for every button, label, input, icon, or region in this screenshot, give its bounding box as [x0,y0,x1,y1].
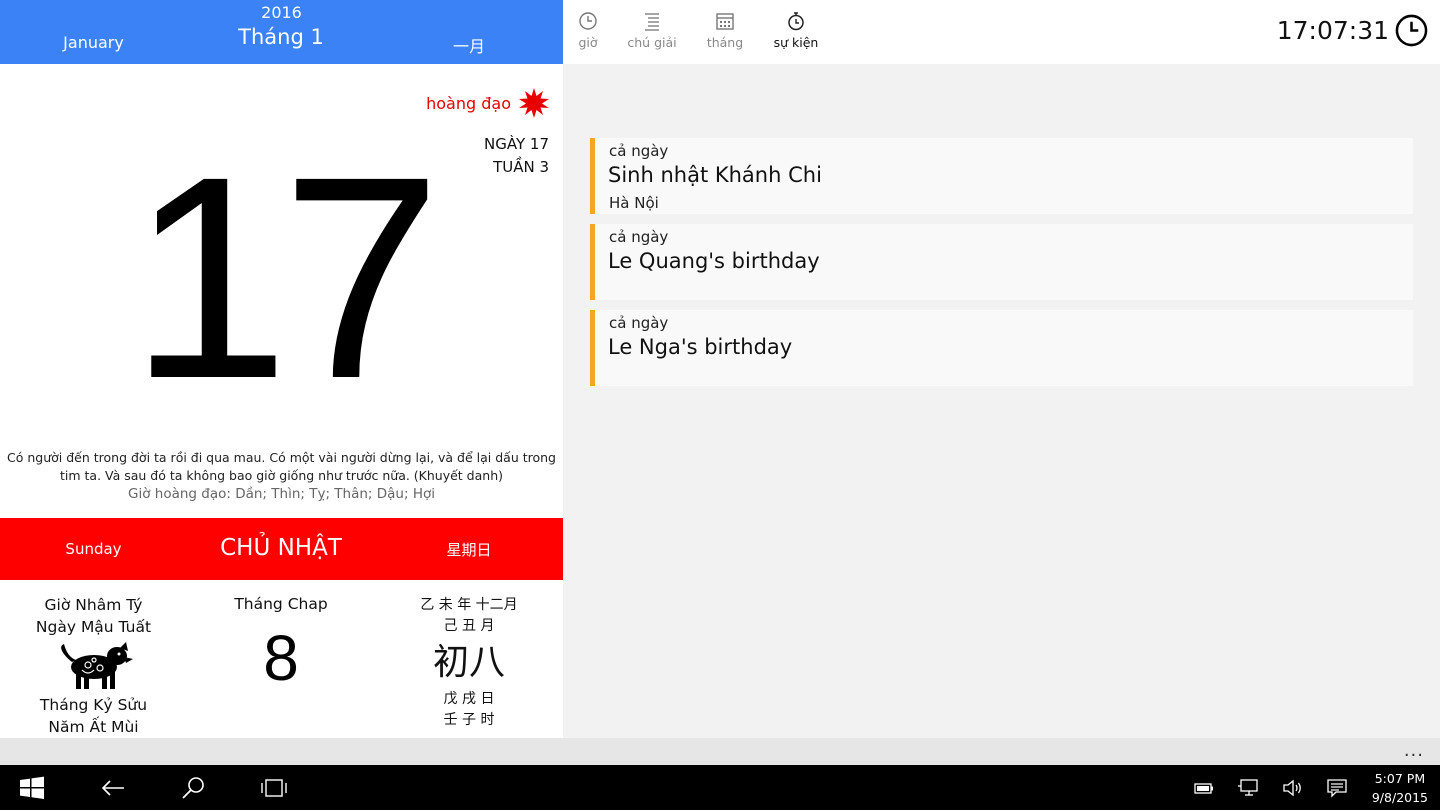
zh-month: 己 丑 月 [443,618,495,634]
event-item[interactable]: cả ngày Le Quang's birthday [590,224,1413,300]
red-star-icon [519,88,549,118]
taskbar-time: 5:07 PM [1374,771,1426,786]
lunar-vietnamese-bottom: Tháng Kỷ Sửu Năm Ất Mùi [0,694,187,738]
big-day-number[interactable]: 17 [0,128,563,428]
lucky-day-indicator: hoàng đạo [426,88,549,118]
tab-hours[interactable]: giờ [577,11,599,50]
month-vietnamese: Tháng 1 [238,25,324,49]
daily-quote: Có người đến trong đời ta rồi đi qua mau… [7,450,556,483]
tab-legend[interactable]: chú giải [627,11,677,50]
lunar-calendar-app: 2016 January Tháng 1 一月 hoàng đạo NGÀY 1… [0,0,1440,810]
tab-month[interactable]: tháng [705,11,745,50]
event-time: cả ngày [609,314,669,332]
weekday-vietnamese: CHỦ NHẬT [220,535,342,561]
task-view-icon [261,779,287,797]
battery-button[interactable] [1193,777,1217,799]
windows-logo-icon [20,776,44,799]
search-icon [182,777,204,799]
taskbar-clock[interactable]: 5:07 PM 9/8/2015 [1372,769,1428,807]
month-header[interactable]: 2016 January Tháng 1 一月 [0,0,563,64]
tab-legend-label: chú giải [627,35,677,50]
lunar-day-number: 8 [263,622,299,694]
tab-hours-label: giờ [578,35,598,50]
event-time: cả ngày [609,228,669,246]
task-view-button[interactable] [259,773,289,803]
taskbar-date: 9/8/2015 [1371,790,1428,805]
clock-icon [579,12,597,30]
month-english: January [63,33,124,52]
weekday-chinese: 星期日 [446,541,492,559]
clock-icon [1395,14,1428,47]
notification-icon [1327,779,1347,798]
year-label: 2016 [261,3,302,22]
event-title: Le Nga's birthday [608,335,793,359]
events-panel: giờ chú giải tháng sự kiện 17:07:31 cả n… [563,0,1440,738]
lunar-year: Năm Ất Mùi [48,718,139,736]
event-location: Hà Nội [609,194,659,212]
action-center-button[interactable] [1326,777,1350,799]
lucky-day-label: hoàng đạo [426,93,511,113]
zh-hour: 壬 子 时 [443,712,495,728]
event-list: cả ngày Sinh nhật Khánh Chi Hà Nội cả ng… [590,138,1413,396]
battery-icon [1194,783,1213,794]
lunar-day: Ngày Mậu Tuất [35,618,152,636]
lucky-hours: Giờ hoàng đạo: Dần; Thìn; Tỵ; Thân; Dậu;… [128,486,435,502]
top-navigation: giờ chú giải tháng sự kiện 17:07:31 [563,0,1440,64]
stopwatch-icon [788,12,804,31]
zh-day: 戊 戌 日 [443,691,495,707]
windows-taskbar: 5:07 PM 9/8/2015 [0,765,1440,810]
lunar-month-name: Tháng Chap [234,595,328,613]
app-bar: ... [0,738,1440,765]
back-arrow-icon [101,780,124,796]
lunar-vietnamese-top: Giờ Nhâm Tý Ngày Mậu Tuất [0,594,187,638]
tab-events[interactable]: sự kiện [771,11,821,50]
event-item[interactable]: cả ngày Le Nga's birthday [590,310,1413,386]
network-icon [1238,779,1258,796]
event-title: Sinh nhật Khánh Chi [608,163,822,187]
lunar-month-can-chi: Tháng Kỷ Sửu [39,696,148,714]
event-item[interactable]: cả ngày Sinh nhật Khánh Chi Hà Nội [590,138,1413,214]
lunar-hour: Giờ Nhâm Tý [44,596,143,614]
volume-button[interactable] [1281,777,1305,799]
event-title: Le Quang's birthday [608,249,820,273]
tab-month-label: tháng [706,35,744,50]
lunar-chinese: 乙 未 年 十二月 己 丑 月 初八 戊 戌 日 壬 子 时 [375,595,563,731]
tab-events-label: sự kiện [773,35,819,50]
weekday-english: Sunday [65,540,122,558]
list-icon [645,13,659,31]
dog-zodiac-icon [61,642,133,689]
speaker-icon [1283,779,1301,797]
lunar-day-center: Tháng Chap 8 [187,595,375,703]
search-button[interactable] [179,773,209,803]
month-chinese: 一月 [452,37,485,56]
day-panel: 2016 January Tháng 1 一月 hoàng đạo NGÀY 1… [0,0,563,738]
more-options-button[interactable]: ... [1404,740,1424,761]
start-button[interactable] [17,773,47,803]
network-button[interactable] [1237,777,1261,799]
clock-time: 17:07:31 [1276,16,1389,45]
lunar-info: Giờ Nhâm Tý Ngày Mậu Tuất Tháng Kỷ Sửu N… [0,580,563,738]
zh-year-month: 乙 未 年 十二月 [420,597,518,613]
event-time: cả ngày [609,142,669,160]
calendar-icon [716,13,734,30]
weekday-header: Sunday CHỦ NHẬT 星期日 [0,518,563,580]
back-button[interactable] [98,773,128,803]
zh-day-big: 初八 [432,642,505,683]
live-clock: 17:07:31 [1277,14,1428,47]
